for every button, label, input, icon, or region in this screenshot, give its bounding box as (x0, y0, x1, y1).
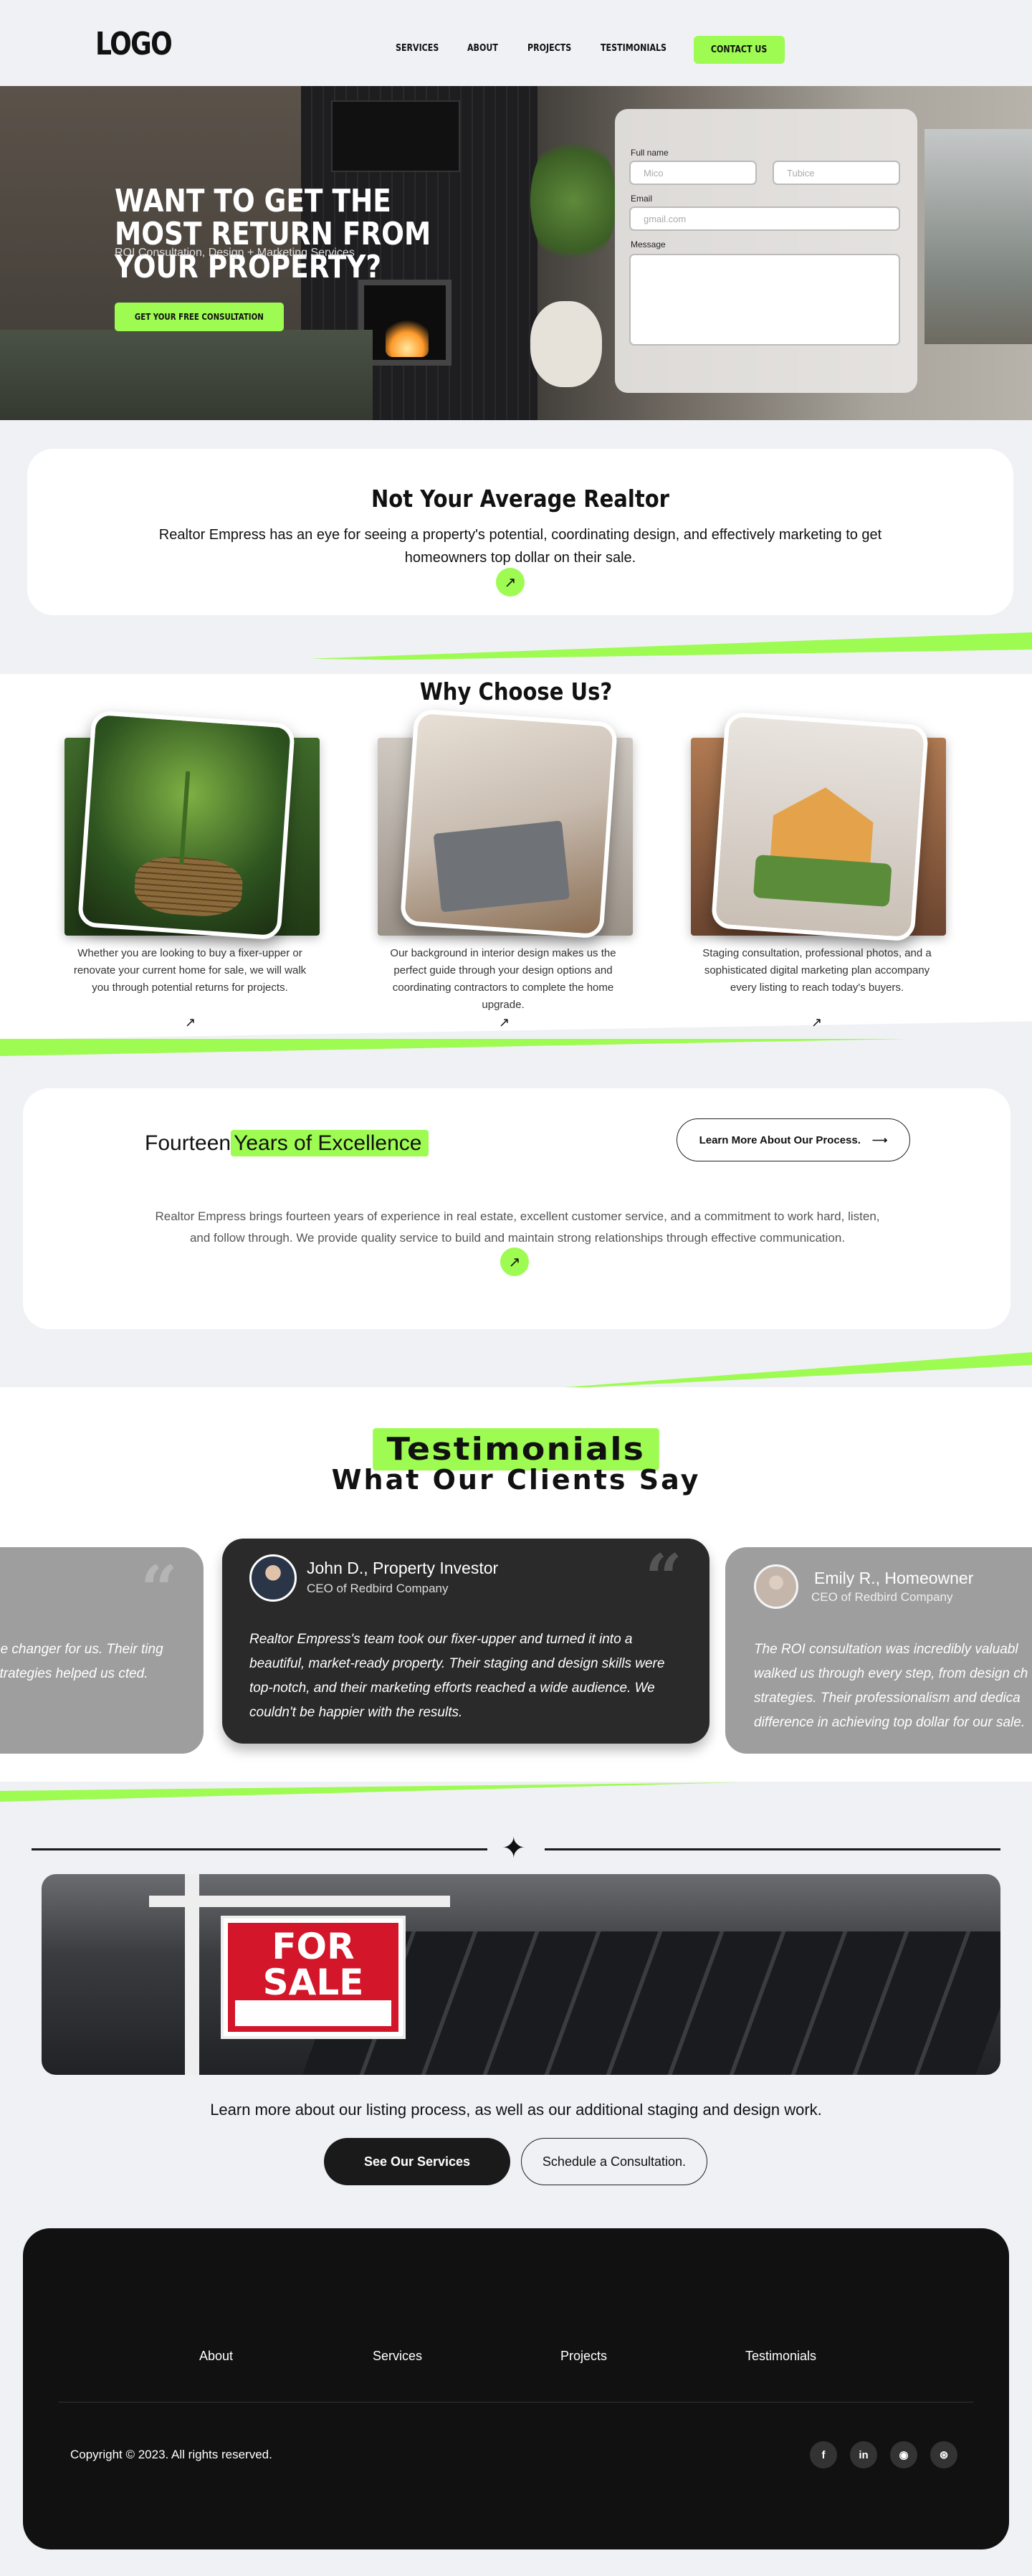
footer-link-testimonials[interactable]: Testimonials (745, 2349, 816, 2364)
free-consultation-button[interactable]: GET YOUR FREE CONSULTATION (115, 303, 284, 331)
contact-form: Full name Mico Tubice Email gmail.com Me… (615, 109, 917, 393)
nav-services[interactable]: SERVICES (396, 43, 439, 54)
testimonial-name: Emily R., Homeowner (814, 1569, 974, 1587)
avatar (754, 1564, 798, 1609)
github-icon[interactable]: ◉ (890, 2441, 917, 2468)
sign-text-sale: SALE (262, 1962, 364, 2003)
why-photo-phone-house (710, 711, 930, 942)
testimonial-card-right[interactable]: Emily R., Homeowner CEO of Redbird Compa… (725, 1547, 1032, 1754)
testimonial-role: CEO of Redbird Company (307, 1582, 449, 1595)
arrow-right-icon: ⟶ (871, 1134, 888, 1146)
testimonial-quote: Realtor Empress's team took our fixer-up… (249, 1632, 665, 1720)
listing-text: Learn more about our listing process, as… (210, 2101, 822, 2119)
linkedin-icon[interactable]: in (850, 2441, 877, 2468)
hero-section: WANT TO GET THE MOST RETURN FROM YOUR PR… (0, 86, 1032, 420)
realtor-text: Realtor Empress has an eye for seeing a … (158, 527, 882, 566)
why-title: Why Choose Us? (419, 678, 613, 705)
why-text-3: Staging consultation, professional photo… (702, 947, 932, 994)
nav-about[interactable]: ABOUT (467, 43, 498, 54)
sale-sign: FOR SALE (221, 1916, 406, 2039)
window-image (924, 129, 1032, 344)
dribbble-icon[interactable]: ⊛ (930, 2441, 957, 2468)
testimonial-role: CEO of Redbird Company (811, 1590, 953, 1604)
testimonial-left-quote: ne changer for us. Their ting strategies… (0, 1642, 163, 1681)
email-label: Email (631, 194, 653, 204)
copyright: Copyright © 2023. All rights reserved. (70, 2448, 272, 2461)
arrow-up-right-icon: ↗ (504, 574, 517, 591)
divider-line (545, 1848, 1000, 1850)
why-arrow-3-icon[interactable]: ↗ (811, 1015, 822, 1030)
realtor-card: Not Your Average Realtor Realtor Empress… (27, 449, 1013, 615)
learn-more-process-button[interactable]: Learn More About Our Process. ⟶ (677, 1118, 910, 1161)
hero-subtitle: ROI Consultation, Design + Marketing Ser… (115, 247, 355, 259)
message-textarea[interactable] (629, 254, 900, 346)
testimonial-name: John D., Property Investor (307, 1559, 499, 1577)
why-photo-design-plans (399, 708, 618, 939)
plant-image (530, 129, 616, 272)
keyboard-image (302, 1931, 1000, 2075)
testimonial-quote: The ROI consultation was incredibly valu… (754, 1642, 1028, 1730)
hero-title: WANT TO GET THE MOST RETURN FROM YOUR PR… (115, 183, 431, 285)
schedule-consultation-button[interactable]: Schedule a Consultation. (521, 2138, 707, 2185)
free-consultation-label: GET YOUR FREE CONSULTATION (135, 312, 264, 322)
first-name-field[interactable]: Mico (629, 161, 757, 185)
why-photo-plant-coins (77, 710, 296, 941)
sign-text-for: FOR (272, 1926, 355, 1967)
why-arrow-2-icon[interactable]: ↗ (499, 1015, 510, 1030)
message-label: Message (631, 239, 666, 249)
accent-stripe (0, 1782, 743, 1802)
sparkle-icon: ✦ (502, 1833, 526, 1864)
realtor-title: Not Your Average Realtor (371, 485, 669, 513)
nav-testimonials[interactable]: TESTIMONIALS (601, 43, 666, 54)
contact-us-label: CONTACT US (711, 44, 768, 55)
years-arrow-button[interactable]: ↗ (500, 1247, 529, 1276)
tv-image (331, 100, 460, 172)
vase-image (530, 301, 602, 387)
for-sale-image: FOR SALE (42, 1874, 1000, 2075)
nav-projects[interactable]: PROJECTS (527, 43, 571, 54)
quote-icon: “ (645, 1540, 682, 1616)
logo[interactable]: LOGO (95, 26, 173, 62)
full-name-label: Full name (631, 148, 669, 158)
why-text-1: Whether you are looking to buy a fixer-u… (73, 947, 307, 994)
years-title-highlight: Years of Excellence (231, 1130, 429, 1156)
sign-arm (149, 1896, 450, 1907)
arrow-up-right-icon: ↗ (508, 1254, 521, 1270)
testimonials-subtitle: What Our Clients Say (331, 1464, 701, 1496)
learn-more-label: Learn More About Our Process. (699, 1133, 861, 1146)
testimonial-card-main[interactable]: John D., Property Investor CEO of Redbir… (222, 1539, 710, 1744)
footer-link-about[interactable]: About (199, 2349, 233, 2364)
facebook-icon[interactable]: f (810, 2441, 837, 2468)
site-footer (23, 2228, 1009, 2549)
testimonial-card-left[interactable]: “ ne changer for us. Their ting strategi… (0, 1547, 204, 1754)
years-text: Realtor Empress brings fourteen years of… (155, 1209, 880, 1245)
accent-stripe (516, 1352, 1032, 1391)
see-services-button[interactable]: See Our Services (324, 2138, 510, 2185)
realtor-arrow-button[interactable]: ↗ (496, 568, 525, 597)
sofa-image (0, 330, 373, 420)
footer-link-projects[interactable]: Projects (560, 2349, 607, 2364)
email-field[interactable]: gmail.com (629, 206, 900, 231)
site-header: LOGO SERVICES ABOUT PROJECTS TESTIMONIAL… (0, 0, 1032, 86)
divider-line (32, 1848, 487, 1850)
contact-us-button[interactable]: CONTACT US (694, 36, 785, 64)
years-title-plain: Fourteen (145, 1131, 231, 1155)
why-arrow-1-icon[interactable]: ↗ (185, 1015, 196, 1030)
accent-stripe (0, 1039, 909, 1056)
avatar (249, 1554, 297, 1602)
quote-icon: “ (140, 1551, 178, 1627)
last-name-field[interactable]: Tubice (773, 161, 900, 185)
why-text-2: Our background in interior design makes … (390, 947, 616, 1011)
years-title: Fourteen Years of Excellence (145, 1130, 429, 1156)
footer-link-services[interactable]: Services (373, 2349, 422, 2364)
years-card: Fourteen Years of Excellence Learn More A… (23, 1088, 1010, 1329)
